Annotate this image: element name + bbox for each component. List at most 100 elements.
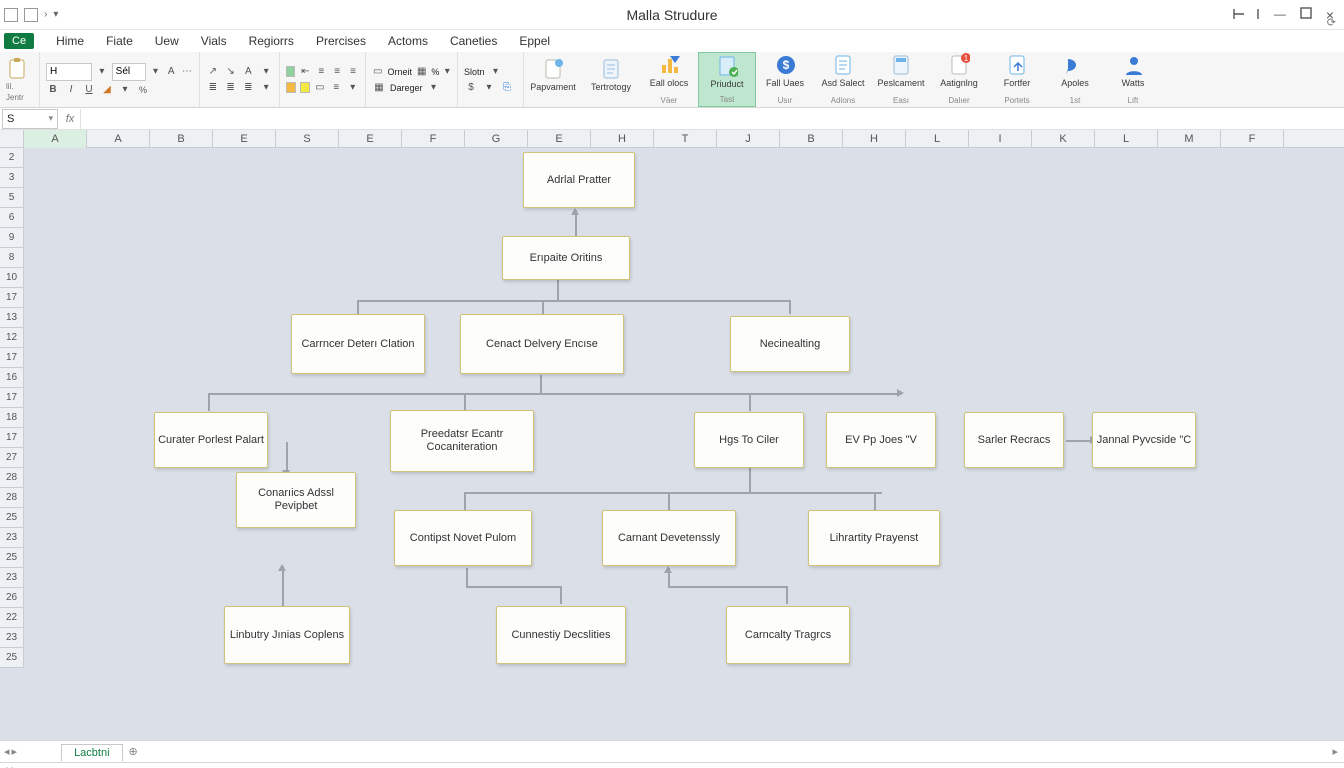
org-node[interactable]: Carnant Devetenssly (602, 510, 736, 566)
menu-item[interactable]: Prercises (316, 34, 366, 48)
column-header[interactable]: F (1221, 130, 1284, 148)
column-header[interactable]: B (780, 130, 843, 148)
qa-dropdown-icon[interactable]: ▾ (53, 9, 58, 20)
indent-icon[interactable]: ≣ (224, 81, 238, 95)
column-header[interactable]: K (1032, 130, 1095, 148)
org-node[interactable]: Carrncer Deterı Clation (291, 314, 425, 374)
menu-item[interactable]: Regiorrs (249, 34, 294, 48)
org-node[interactable]: Sarler Recracs (964, 412, 1064, 468)
ribbon-btn-asd-salect[interactable]: Asd SalectAdions (814, 52, 872, 107)
org-node[interactable]: EV Pp Joes "V (826, 412, 936, 468)
row-header[interactable]: 5 (0, 188, 24, 208)
row-header[interactable]: 9 (0, 228, 24, 248)
chevron-down-icon[interactable]: ▾ (489, 65, 503, 79)
align-icon[interactable]: A (242, 65, 256, 79)
font-color-icon[interactable]: ▾ (118, 83, 132, 97)
chevron-down-icon[interactable]: ▾ (259, 81, 273, 95)
row-header[interactable]: 8 (0, 248, 24, 268)
row-header[interactable]: 23 (0, 628, 24, 648)
org-node[interactable]: Lihrartity Prayenst (808, 510, 940, 566)
ribbon-btn-papvament[interactable]: Papvament (524, 52, 582, 107)
qa-icon[interactable] (4, 8, 18, 22)
ribbon-btn-fall-uaes[interactable]: $Fall UaesUsır (756, 52, 814, 107)
row-header[interactable]: 26 (0, 588, 24, 608)
row-header[interactable]: 28 (0, 468, 24, 488)
table-icon[interactable]: ▦ (372, 81, 386, 95)
org-node[interactable]: Erıpaite Oritins (502, 236, 630, 280)
column-header[interactable]: H (843, 130, 906, 148)
org-node[interactable]: Curater Porlest Palart (154, 412, 268, 468)
cells-icon[interactable]: ▦ (416, 65, 427, 79)
qa-icon[interactable] (24, 8, 38, 22)
grow-font-icon[interactable]: A (165, 65, 177, 79)
row-header[interactable]: 25 (0, 548, 24, 568)
align-icon[interactable]: ↗ (206, 65, 220, 79)
row-header[interactable]: 17 (0, 428, 24, 448)
column-header[interactable]: A (87, 130, 150, 148)
menu-item[interactable]: Caneties (450, 34, 497, 48)
row-header[interactable]: 12 (0, 328, 24, 348)
file-menu[interactable]: Ce (4, 33, 34, 49)
row-header[interactable]: 16 (0, 368, 24, 388)
align-left-icon[interactable]: ⇤ (299, 65, 311, 79)
percent-icon[interactable]: % (136, 83, 150, 97)
org-node[interactable]: Carncalty Tragrcs (726, 606, 850, 664)
column-header[interactable]: I (969, 130, 1032, 148)
menu-item[interactable]: Fiate (106, 34, 133, 48)
row-header[interactable]: 2 (0, 148, 24, 168)
menu-item[interactable]: Uew (155, 34, 179, 48)
align-icon[interactable]: ≡ (347, 65, 359, 79)
column-header[interactable]: F (402, 130, 465, 148)
ribbon-btn-tertrotogy[interactable]: Tertrotogy (582, 52, 640, 107)
org-node[interactable]: Linbutry Jınias Coplens (224, 606, 350, 664)
merge-icon[interactable]: ▭ (372, 65, 383, 79)
dots-icon[interactable]: ⋯ (181, 65, 193, 79)
org-node[interactable]: Conarıics Adssl Pevipbet (236, 472, 356, 528)
column-header[interactable]: A (24, 130, 87, 148)
column-header[interactable]: L (906, 130, 969, 148)
org-node[interactable]: Necinealting (730, 316, 850, 372)
row-header[interactable]: 3 (0, 168, 24, 188)
menu-item[interactable]: Eppel (519, 34, 550, 48)
font-size-input[interactable] (112, 63, 146, 81)
column-header[interactable]: L (1095, 130, 1158, 148)
add-sheet-icon[interactable]: ⊕ (129, 745, 138, 758)
tab-nav[interactable]: ◂▸ (0, 745, 21, 758)
chevron-down-icon[interactable]: ▾ (482, 81, 496, 95)
row-header[interactable]: 25 (0, 648, 24, 668)
row-header[interactable]: 18 (0, 408, 24, 428)
chevron-down-icon[interactable]: ▾ (259, 65, 273, 79)
column-header[interactable]: J (717, 130, 780, 148)
row-header[interactable]: 17 (0, 288, 24, 308)
bold-icon[interactable]: B (46, 83, 60, 97)
ribbon-btn-apoles[interactable]: Apoles1st (1046, 52, 1104, 107)
column-header[interactable]: E (339, 130, 402, 148)
chevron-right-icon[interactable]: › (44, 9, 47, 20)
font-name-input[interactable] (46, 63, 92, 81)
fill-swatch-icon[interactable] (286, 66, 295, 77)
org-node[interactable]: Contipst Novet Pulom (394, 510, 532, 566)
border-icon[interactable]: ▭ (314, 81, 326, 95)
ribbon-btn-fortfer[interactable]: FortferPortets (988, 52, 1046, 107)
org-node[interactable]: Preedatsr Ecantr Cocaniteration (390, 410, 534, 472)
column-header[interactable]: T (654, 130, 717, 148)
row-header[interactable]: 17 (0, 348, 24, 368)
org-node[interactable]: Adrlal Pratter (523, 152, 635, 208)
row-header[interactable]: 22 (0, 608, 24, 628)
column-header[interactable]: B (150, 130, 213, 148)
ribbon-btn-eall-olocs[interactable]: Eall olocsVäer (640, 52, 698, 107)
ribbon-toggle-icon[interactable] (1232, 7, 1260, 21)
align-right-icon[interactable]: ≡ (331, 65, 343, 79)
ribbon-btn-priuduct[interactable]: PriuductTast (698, 52, 756, 107)
align-icon[interactable]: ↘ (224, 65, 238, 79)
column-header[interactable]: G (465, 130, 528, 148)
underline-icon[interactable]: U (82, 83, 96, 97)
fill-swatch-icon[interactable] (300, 82, 310, 93)
fx-icon[interactable]: fx (60, 113, 80, 125)
row-header[interactable]: 17 (0, 388, 24, 408)
menu-item[interactable]: Vials (201, 34, 227, 48)
chevron-down-icon[interactable]: ▾ (96, 65, 108, 79)
sheet-tab[interactable]: Lacbtni (61, 744, 122, 761)
chevron-down-icon[interactable]: ▾ (347, 81, 359, 95)
row-header[interactable]: 13 (0, 308, 24, 328)
